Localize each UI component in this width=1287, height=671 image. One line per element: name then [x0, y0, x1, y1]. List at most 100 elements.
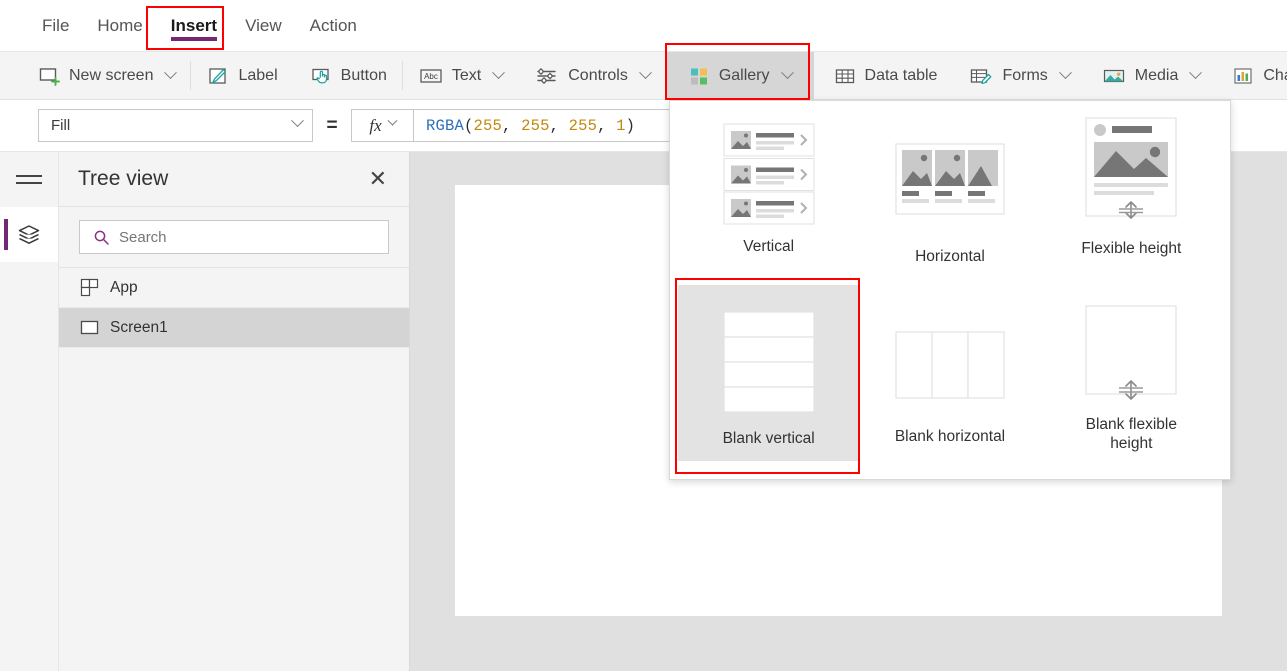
- new-screen-icon: [38, 65, 60, 87]
- chevron-down-icon: [638, 66, 652, 80]
- blank-flexible-height-gallery-thumb: [1085, 305, 1177, 409]
- formula-paren-open: (: [464, 116, 474, 135]
- formula-arg: 255: [568, 116, 598, 135]
- ribbon-item-label: Data table: [864, 66, 938, 84]
- chevron-down-icon: [1189, 66, 1203, 80]
- ribbon-button-button[interactable]: Button: [294, 52, 403, 99]
- menu-item-file[interactable]: File: [28, 0, 83, 52]
- chevron-down-icon: [1058, 66, 1072, 80]
- search-placeholder: Search: [119, 228, 167, 246]
- menu-item-label: Home: [97, 15, 143, 35]
- gallery-option-vertical[interactable]: Vertical: [678, 109, 859, 285]
- property-selector-value: Fill: [51, 117, 71, 134]
- gallery-option-label: Blank flexible height: [1085, 416, 1177, 453]
- ribbon-label-button[interactable]: Label: [191, 52, 293, 99]
- gallery-option-label: Blank horizontal: [894, 428, 1006, 445]
- ribbon-forms-button[interactable]: Forms: [953, 52, 1085, 99]
- ribbon-item-label: Gallery: [718, 66, 770, 84]
- ribbon-item-label: Button: [340, 66, 387, 84]
- forms-icon: [969, 65, 993, 87]
- formula-comma: ,: [549, 116, 569, 135]
- screen-icon: [80, 318, 99, 337]
- gallery-option-horizontal[interactable]: Horizontal: [859, 109, 1040, 285]
- tree-search-container: Search: [59, 207, 409, 268]
- tree-row-screen1[interactable]: Screen1: [59, 308, 409, 348]
- gallery-option-label: Vertical: [743, 238, 795, 255]
- app-icon: [80, 278, 99, 297]
- gallery-option-blank-horizontal[interactable]: Blank horizontal: [859, 285, 1040, 461]
- formula-comma: ,: [597, 116, 617, 135]
- fx-button[interactable]: fx: [351, 109, 413, 142]
- menu-item-label: View: [245, 15, 282, 35]
- blank-vertical-gallery-thumb: [723, 311, 815, 415]
- ribbon-item-label: Controls: [568, 66, 628, 84]
- hamburger-menu-button[interactable]: [0, 152, 58, 207]
- ribbon-text-button[interactable]: Abc Text: [403, 52, 519, 99]
- page-title: Tree view: [78, 167, 169, 190]
- ribbon-item-label: Label: [238, 66, 278, 84]
- ribbon-item-label: Text: [451, 66, 482, 84]
- tree-view-panel: Tree view ✕ Search App Screen1: [59, 152, 410, 671]
- menu-item-insert[interactable]: Insert: [157, 0, 231, 52]
- chevron-down-icon: [780, 66, 794, 80]
- menu-item-home[interactable]: Home: [83, 0, 156, 52]
- flexible-height-gallery-thumb: [1085, 117, 1177, 233]
- close-icon[interactable]: ✕: [369, 168, 387, 190]
- tree-row-label: Screen1: [110, 318, 168, 336]
- chevron-down-icon: [291, 114, 304, 128]
- chevron-down-icon: [492, 66, 506, 80]
- gallery-option-flexible-height[interactable]: Flexible height: [1041, 109, 1222, 285]
- search-icon: [93, 229, 110, 246]
- ribbon-item-label: Forms: [1002, 66, 1048, 84]
- text-icon: Abc: [419, 65, 443, 87]
- formula-function-token: RGBA: [426, 116, 465, 135]
- layers-icon: [16, 222, 42, 248]
- insert-ribbon: New screen Label Button Abc Text Control…: [0, 52, 1287, 100]
- ribbon-item-label: Media: [1134, 66, 1179, 84]
- ribbon-data-table-button[interactable]: Data table: [818, 52, 954, 99]
- menu-bar: File Home Insert View Action: [0, 0, 1287, 52]
- hamburger-icon: [16, 170, 42, 188]
- chevron-down-icon: [164, 66, 178, 80]
- active-rail-accent: [4, 219, 8, 250]
- formula-arg: 255: [521, 116, 550, 135]
- horizontal-gallery-thumb: [895, 143, 1005, 215]
- controls-icon: [535, 65, 559, 87]
- power-apps-studio: File Home Insert View Action New screen: [0, 0, 1287, 671]
- formula-arg: 255: [473, 116, 503, 135]
- property-selector[interactable]: Fill: [38, 109, 313, 142]
- formula-arg: 1: [616, 116, 626, 135]
- rail-item-tree-view[interactable]: [0, 207, 58, 262]
- chevron-down-icon: [387, 115, 398, 126]
- menu-item-label: Action: [309, 15, 357, 35]
- gallery-flyout-grid: Vertical Horizontal Flexible height Blan…: [670, 101, 1230, 461]
- menu-item-view[interactable]: View: [231, 0, 296, 52]
- gallery-option-label: Blank vertical: [722, 430, 815, 447]
- gallery-option-blank-vertical[interactable]: Blank vertical: [678, 285, 860, 461]
- search-input[interactable]: Search: [79, 220, 389, 254]
- active-tab-underline: [170, 36, 218, 41]
- tree-row-app[interactable]: App: [59, 268, 409, 308]
- ribbon-charts-button[interactable]: Char: [1216, 52, 1287, 99]
- gallery-option-label: Flexible height: [1081, 240, 1182, 257]
- vertical-gallery-thumb: [723, 123, 815, 225]
- tree-view-header: Tree view ✕: [59, 152, 409, 207]
- left-rail: [0, 152, 59, 671]
- media-icon: [1102, 65, 1126, 87]
- ribbon-controls-button[interactable]: Controls: [519, 52, 666, 99]
- formula-comma: ,: [502, 116, 522, 135]
- ribbon-new-screen-button[interactable]: New screen: [22, 52, 192, 99]
- button-icon: [310, 65, 332, 87]
- ribbon-media-button[interactable]: Media: [1086, 52, 1217, 99]
- ribbon-gallery-button[interactable]: Gallery: [665, 52, 814, 99]
- fx-label: fx: [369, 115, 382, 135]
- gallery-option-blank-flexible-height[interactable]: Blank flexible height: [1041, 285, 1222, 461]
- menu-item-label: File: [42, 15, 70, 35]
- label-icon: [207, 65, 229, 87]
- tree-row-label: App: [110, 278, 138, 296]
- ribbon-item-label: New screen: [69, 66, 154, 84]
- formula-paren-close: ): [625, 116, 636, 135]
- menu-item-label: Insert: [170, 15, 218, 35]
- gallery-flyout-menu: Vertical Horizontal Flexible height Blan…: [669, 100, 1231, 480]
- menu-item-action[interactable]: Action: [296, 0, 371, 52]
